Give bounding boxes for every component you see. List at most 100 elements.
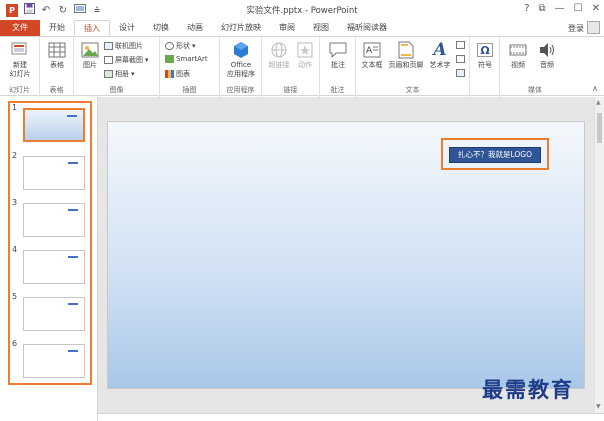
office-apps-icon [232, 41, 250, 59]
table-label: 表格 [50, 61, 64, 69]
online-pictures-button[interactable]: 联机图片 [104, 41, 143, 51]
vertical-scrollbar[interactable]: ▲ ▼ [594, 97, 604, 413]
slide-thumbnail[interactable] [23, 297, 85, 331]
textbox-button[interactable]: A 文本框 [358, 41, 386, 70]
picture-button[interactable]: 图片 [78, 41, 102, 70]
comment-icon [329, 41, 347, 59]
hyperlink-button[interactable]: 超链接 [266, 41, 292, 70]
textbox-icon: A [363, 41, 381, 59]
tab-design[interactable]: 设计 [110, 20, 144, 36]
chart-icon [165, 70, 174, 78]
thumbnail-item[interactable]: 1 [10, 103, 90, 143]
group-text: A 文本框 页眉和页脚 A 艺术字 文本 [356, 37, 470, 97]
minimize-icon[interactable]: — [555, 3, 565, 14]
mini-logo [68, 209, 78, 211]
scroll-up-icon[interactable]: ▲ [596, 99, 601, 106]
group-label-images: 图像 [109, 86, 124, 94]
logo-shape[interactable]: 扎心不？我就是LOGO [449, 147, 541, 163]
window-controls: ? ⧉ — ☐ ✕ [524, 3, 600, 14]
slide-thumbnail[interactable] [23, 156, 85, 190]
group-label-slides: 幻灯片 [9, 86, 30, 94]
slide-number: 4 [12, 245, 18, 254]
slide-number-button[interactable] [456, 55, 465, 63]
screenshot-button[interactable]: 屏幕截图 ▾ [104, 55, 149, 65]
hyperlink-icon [270, 41, 288, 59]
symbol-button[interactable]: Ω 符号 [473, 41, 497, 70]
window-title: 实验文件.pptx - PowerPoint [246, 6, 358, 16]
thumbnail-item[interactable]: 2 [10, 151, 90, 191]
action-button[interactable]: 动作 [294, 41, 316, 70]
smartart-button[interactable]: SmartArt [165, 55, 208, 63]
shapes-button[interactable]: 形状 ▾ [165, 41, 196, 51]
online-pictures-icon [104, 42, 113, 50]
collapse-ribbon-icon[interactable]: ∧ [592, 84, 598, 93]
tab-view[interactable]: 视图 [304, 20, 338, 36]
notes-divider [98, 413, 604, 421]
tab-insert[interactable]: 插入 [74, 20, 110, 36]
video-icon [509, 41, 527, 59]
header-footer-icon [397, 41, 415, 59]
audio-label: 音频 [540, 61, 554, 69]
group-links: 超链接 动作 链接 [262, 37, 320, 97]
tab-foxit-reader[interactable]: 福昕阅读器 [338, 20, 396, 36]
scroll-down-icon[interactable]: ▼ [596, 403, 601, 410]
screenshot-label: 屏幕截图 [115, 56, 143, 64]
tab-animations[interactable]: 动画 [178, 20, 212, 36]
audio-button[interactable]: 音频 [534, 41, 560, 70]
slide-thumbnail[interactable] [23, 250, 85, 284]
ribbon: 新建 幻灯片 幻灯片 表格 表格 图片 联机图片 屏幕截图 ▾ 相册 ▾ 图像 … [0, 36, 604, 97]
group-label-tables: 表格 [49, 86, 64, 94]
wordart-button[interactable]: A 艺术字 [428, 41, 452, 70]
office-apps-label: Office 应用程序 [227, 61, 255, 78]
hyperlink-label: 超链接 [268, 61, 290, 69]
comment-button[interactable]: 批注 [325, 41, 351, 70]
textbox-label: 文本框 [361, 61, 383, 69]
tab-review[interactable]: 审阅 [270, 20, 304, 36]
new-slide-button[interactable]: 新建 幻灯片 [4, 41, 36, 79]
thumbnail-item[interactable]: 3 [10, 198, 90, 238]
tab-home[interactable]: 开始 [40, 20, 74, 36]
chart-button[interactable]: 图表 [165, 69, 190, 79]
slide-thumbnail[interactable] [23, 108, 85, 142]
table-icon [48, 41, 66, 59]
action-icon [296, 41, 314, 59]
login-link[interactable]: 登录 [568, 23, 584, 34]
scrollbar-thumb[interactable] [597, 113, 602, 143]
mini-logo [68, 303, 78, 305]
date-time-icon [456, 41, 465, 49]
avatar[interactable] [587, 21, 600, 34]
mini-logo [67, 115, 77, 117]
slide-number: 6 [12, 339, 18, 348]
thumbnail-item[interactable]: 6 [10, 339, 90, 379]
album-button[interactable]: 相册 ▾ [104, 69, 135, 79]
watermark: 最需教育 [482, 377, 574, 402]
date-time-button[interactable] [456, 41, 465, 49]
tab-transitions[interactable]: 切换 [144, 20, 178, 36]
slide-thumbnail[interactable] [23, 344, 85, 378]
table-button[interactable]: 表格 [44, 41, 70, 70]
close-icon[interactable]: ✕ [592, 3, 600, 14]
help-icon[interactable]: ? [524, 3, 529, 14]
video-button[interactable]: 视频 [504, 41, 532, 70]
header-footer-button[interactable]: 页眉和页脚 [386, 41, 426, 70]
thumbnail-item[interactable]: 5 [10, 292, 90, 332]
office-apps-button[interactable]: Office 应用程序 [223, 41, 259, 79]
tab-file[interactable]: 文件 [0, 20, 40, 36]
slide-thumbnail[interactable] [23, 203, 85, 237]
ribbon-display-options-icon[interactable]: ⧉ [539, 3, 546, 14]
album-label: 相册 [115, 70, 129, 78]
dropdown-arrow-icon: ▾ [145, 56, 149, 64]
smartart-icon [165, 55, 174, 63]
group-symbols: Ω 符号 [470, 37, 500, 97]
symbol-label: 符号 [478, 61, 492, 69]
smartart-label: SmartArt [176, 55, 208, 63]
slide-number: 3 [12, 198, 18, 207]
thumbnail-item[interactable]: 4 [10, 245, 90, 285]
new-slide-icon [11, 41, 29, 59]
tab-slideshow[interactable]: 幻灯片放映 [212, 20, 270, 36]
slide-number: 2 [12, 151, 18, 160]
object-button[interactable] [456, 69, 465, 77]
speaker-icon [538, 41, 556, 59]
maximize-icon[interactable]: ☐ [574, 3, 583, 14]
group-label-media: 媒体 [528, 86, 542, 94]
